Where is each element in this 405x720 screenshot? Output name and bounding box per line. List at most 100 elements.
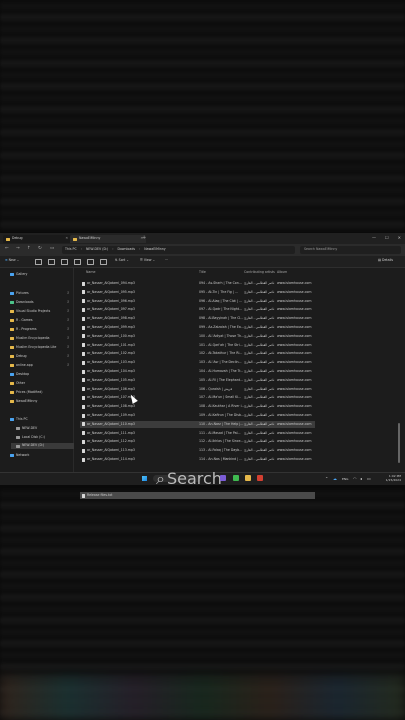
close-icon[interactable]: ✕ (65, 237, 68, 240)
paste-icon[interactable] (61, 259, 68, 265)
list-item[interactable]: ar_Nasser_AlQatami_107.mp3 107 - Al-Ma'un… (80, 394, 315, 401)
language-indicator[interactable]: ENG (342, 477, 348, 481)
sidebar-item-this-pc[interactable]: This PC (10, 417, 28, 422)
search-input[interactable]: Search NawaElMinny (300, 246, 401, 254)
more-options-button[interactable]: ··· (165, 258, 168, 262)
share-icon[interactable] (87, 259, 94, 265)
details-button[interactable]: ▤ Details (378, 258, 393, 262)
sidebar-item-muslim-encyclopedia-lite[interactable]: Muslim Encyclopedia Lite ⊼ (10, 345, 69, 350)
gallery-icon (10, 273, 14, 277)
copy-icon[interactable] (48, 259, 55, 265)
cloud-icon[interactable]: ☁ (333, 476, 337, 481)
blurred-color-glow (0, 676, 405, 720)
app-icon[interactable] (233, 475, 239, 481)
sidebar-item-local-disk-c[interactable]: Local Disk (C:) (16, 435, 45, 440)
breadcrumb[interactable]: This PC › NEW-DEV (D:) › Downloads › Naw… (62, 246, 295, 254)
list-item[interactable]: ar_Nasser_AlQatami_108.mp3 108 - Al-Kauth… (80, 403, 315, 410)
sidebar-item-new-dev-d[interactable]: NEW-DEV (D:) (11, 443, 74, 449)
cut-icon[interactable] (35, 259, 42, 265)
pin-icon: ⊼ (67, 318, 70, 322)
rename-icon[interactable] (74, 259, 81, 265)
up-arrow-icon[interactable]: ↑ (27, 246, 31, 252)
clock[interactable]: 1:02 PM 1/15/2024 (386, 474, 401, 482)
battery-icon[interactable]: ▭ (367, 476, 371, 481)
file-album: www.islamhouse.com (277, 360, 312, 365)
back-arrow-icon[interactable]: ← (5, 246, 9, 252)
sidebar-item-debug[interactable]: Debug ⊼ (10, 354, 69, 359)
sidebar-item-nawaelminny[interactable]: NawaElMinny (10, 399, 37, 404)
sidebar-item-network[interactable]: Network (10, 453, 29, 458)
new-tab-button[interactable]: + (142, 236, 146, 241)
column-header-contributing-artists[interactable]: Contributing artists (244, 270, 275, 274)
file-name: ar_Nasser_AlQatami_110.mp3 (87, 421, 135, 426)
list-item[interactable]: ar_Nasser_AlQatami_103.mp3 103 - Al-'Asr … (80, 359, 315, 366)
sidebar-item-r-programs[interactable]: R - Programs ⊼ (10, 327, 69, 332)
list-item[interactable]: ar_Nasser_AlQatami_099.mp3 099 - Az-Zalza… (80, 324, 315, 331)
column-header-album[interactable]: Album (277, 270, 287, 274)
refresh-icon[interactable]: ↻ (38, 246, 42, 252)
app-icon[interactable] (257, 475, 263, 481)
file-name: Release files.txt (87, 493, 113, 497)
list-item[interactable]: ar_Nasser_AlQatami_113.mp3 113 - Al-Falaq… (80, 447, 315, 454)
sidebar-item-downloads[interactable]: Downloads ⊼ (10, 300, 69, 305)
breadcrumb-downloads[interactable]: Downloads (118, 248, 136, 251)
breadcrumb-this-pc[interactable]: This PC (65, 248, 77, 251)
monitor-icon: ▭ (50, 246, 55, 251)
list-item[interactable]: ar_Nasser_AlQatami_101.mp3 101 - Al-Qari'… (80, 342, 315, 349)
tab-debug[interactable]: Debug ✕ (3, 235, 71, 243)
chevron-up-icon[interactable]: ⌃ (325, 476, 328, 481)
audio-file-icon (82, 316, 85, 321)
pin-icon: ⊼ (67, 291, 70, 295)
breadcrumb-current[interactable]: NawaElMinny (144, 248, 165, 251)
view-button[interactable]: ☰ View ⌄ (140, 258, 155, 262)
list-item[interactable]: ar_Nasser_AlQatami_105.mp3 105 - Al-Fil |… (80, 377, 315, 384)
tab-nawaelminny[interactable]: NawaElMinny ✕ (70, 235, 146, 243)
minimize-button[interactable]: — (372, 236, 376, 240)
list-item[interactable]: ar_Nasser_AlQatami_106.mp3 106 - Quraish … (80, 386, 315, 393)
taskbar-search[interactable]: ⌕ Search (153, 469, 222, 488)
list-item[interactable]: ar_Nasser_AlQatami_109.mp3 109 - Al-Kafir… (80, 412, 315, 419)
sidebar-item-other[interactable]: Other (10, 381, 25, 386)
folder-icon (10, 364, 14, 368)
list-item[interactable]: ar_Nasser_AlQatami_097.mp3 097 - Al-Qadr … (80, 306, 315, 313)
list-item[interactable]: ar_Nasser_AlQatami_100.mp3 100 - Al-'Adiy… (80, 333, 315, 340)
list-item[interactable]: ar_Nasser_AlQatami_094.mp3 094 - As-Sharh… (80, 280, 315, 287)
sidebar-item-desktop[interactable]: Desktop (10, 372, 29, 377)
sidebar-item-gallery[interactable]: Gallery (10, 272, 27, 277)
file-album: www.islamhouse.com (277, 316, 312, 321)
breadcrumb-drive[interactable]: NEW-DEV (D:) (86, 248, 108, 251)
column-header-name[interactable]: Name (86, 270, 95, 274)
list-item[interactable]: ar_Nasser_AlQatami_114.mp3 114 - An-Nas |… (80, 456, 315, 463)
file-explorer-icon[interactable] (245, 475, 251, 481)
sidebar-item-pictures[interactable]: Pictures ⊼ (10, 291, 69, 296)
new-button[interactable]: ⊕ New ⌄ (5, 258, 19, 262)
file-artist: ناصر القطامي - القارئ (244, 333, 275, 338)
list-item[interactable]: ar_Nasser_AlQatami_111.mp3 111 - Al-Masad… (80, 430, 315, 437)
list-item[interactable]: ar_Nasser_AlQatami_112.mp3 112 - Al-Ikhla… (80, 438, 315, 445)
sidebar-item-prices-modified[interactable]: Prices (Modified) (10, 390, 43, 395)
wifi-icon[interactable]: ◠ (353, 476, 357, 481)
vertical-scrollbar[interactable] (398, 423, 400, 463)
maximize-button[interactable]: ☐ (385, 236, 389, 240)
list-item[interactable]: ar_Nasser_AlQatami_098.mp3 098 - Al-Bayyi… (80, 315, 315, 322)
windows-start-icon[interactable] (142, 476, 147, 481)
list-item[interactable]: ar_Nasser_AlQatami_110.mp3 110 - An-Nasr … (80, 420, 315, 428)
column-header-title[interactable]: Title (199, 270, 206, 274)
file-name: ar_Nasser_AlQatami_101.mp3 (87, 342, 135, 347)
sidebar-item-online-app[interactable]: online.app ⊼ (10, 363, 69, 368)
list-item[interactable]: ar_Nasser_AlQatami_102.mp3 102 - At-Takat… (80, 350, 315, 357)
list-item[interactable]: ar_Nasser_AlQatami_096.mp3 096 - Al-Alaq … (80, 298, 315, 305)
sidebar-item-new-dev[interactable]: NEW-DEV (16, 426, 37, 431)
forward-arrow-icon[interactable]: → (16, 246, 20, 252)
sidebar-item-muslim-encyclopedia[interactable]: Muslim Encyclopedia ⊼ (10, 336, 69, 341)
close-window-button[interactable]: ✕ (398, 236, 401, 240)
list-item-release-files[interactable]: Release files.txt (80, 492, 315, 499)
volume-icon[interactable]: ◂ (360, 476, 362, 481)
sort-button[interactable]: ⇅ Sort ⌄ (115, 258, 129, 262)
list-item[interactable]: ar_Nasser_AlQatami_104.mp3 104 - Al-Humaz… (80, 368, 315, 375)
sidebar-item-r-games[interactable]: R - Games ⊼ (10, 318, 69, 323)
list-item[interactable]: ar_Nasser_AlQatami_095.mp3 095 - At-Tin |… (80, 289, 315, 296)
delete-icon[interactable] (100, 259, 107, 265)
sidebar-item-visual-studio-projects[interactable]: Visual Studio Projects ⊼ (10, 309, 69, 314)
visual-studio-icon[interactable] (220, 475, 226, 481)
